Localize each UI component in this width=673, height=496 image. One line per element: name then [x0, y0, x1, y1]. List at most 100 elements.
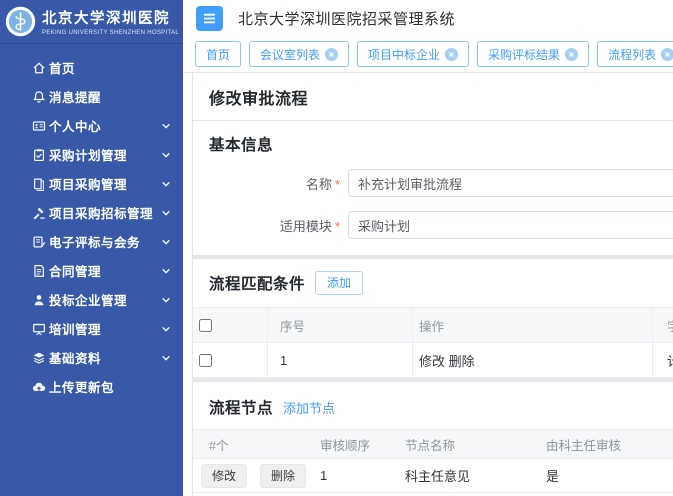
tab-process-list[interactable]: 流程列表 [597, 41, 673, 67]
chevron-down-icon [160, 149, 172, 161]
sidebar-item-e-evaluation[interactable]: 电子评标与会务 [0, 227, 183, 256]
sidebar-item-messages[interactable]: 消息提醒 [0, 82, 183, 111]
table-row: 修改 删除 1 科主任意见 是 [193, 459, 673, 493]
match-conditions-section: 流程匹配条件 添加 序号 操作 字段 1 修改 删除 计划类型 [193, 259, 673, 378]
basic-info-heading: 基本信息 [193, 133, 673, 155]
required-asterisk: * [335, 177, 340, 192]
close-icon[interactable] [445, 48, 458, 61]
column-header-field: 字段 [653, 308, 673, 342]
sidebar-item-label: 消息提醒 [49, 87, 101, 106]
chevron-down-icon [160, 352, 172, 364]
bell-icon [32, 90, 46, 104]
chevron-down-icon [160, 265, 172, 277]
close-icon[interactable] [565, 48, 578, 61]
flow-nodes-heading: 流程节点 [209, 396, 273, 418]
tablet-pen-icon [32, 235, 46, 249]
id-card-icon [32, 119, 46, 133]
sidebar-item-training[interactable]: 培训管理 [0, 314, 183, 343]
field-cell: 计划类型 [653, 343, 673, 377]
name-field[interactable] [348, 169, 673, 197]
clipboard-check-icon [32, 148, 46, 162]
add-condition-button[interactable]: 添加 [315, 271, 363, 295]
tab-evaluation-results[interactable]: 采购评标结果 [477, 41, 589, 67]
sidebar-item-basic-data[interactable]: 基础资料 [0, 343, 183, 372]
sidebar-item-label: 合同管理 [49, 261, 101, 280]
sidebar-item-label: 项目采购管理 [49, 174, 127, 193]
chevron-down-icon [160, 120, 172, 132]
close-icon[interactable] [325, 48, 338, 61]
table-header-row: #个 审核顺序 节点名称 由科主任审核 [193, 429, 673, 459]
edit-button[interactable]: 修改 [201, 464, 247, 488]
column-header-dept-review: 由科主任审核 [546, 435, 673, 454]
sidebar-item-personal-center[interactable]: 个人中心 [0, 111, 183, 140]
top-header: 北京大学深圳医院招采管理系统 [183, 0, 673, 36]
row-checkbox[interactable] [199, 354, 212, 367]
tab-label: 项目中标企业 [368, 46, 440, 63]
sidebar: 北京大学深圳医院 PEKING UNIVERSITY SHENZHEN HOSP… [0, 0, 183, 496]
hospital-logo: 北京大学深圳医院 PEKING UNIVERSITY SHENZHEN HOSP… [0, 0, 183, 44]
delete-button[interactable]: 删除 [260, 464, 306, 488]
header-checkbox-cell [193, 308, 268, 342]
match-conditions-heading: 流程匹配条件 [209, 272, 305, 294]
menu-icon [201, 10, 218, 27]
table-row: 1 修改 删除 计划类型 [193, 343, 673, 378]
sidebar-item-upload-package[interactable]: 上传更新包 [0, 372, 183, 401]
tab-label: 采购评标结果 [488, 46, 560, 63]
chevron-down-icon [160, 323, 172, 335]
tab-label: 首页 [206, 46, 230, 63]
column-header-order: 审核顺序 [320, 435, 405, 454]
user-icon [32, 293, 46, 307]
form-row-module: 适用模块* [193, 211, 673, 239]
tab-label: 流程列表 [608, 46, 656, 63]
sidebar-item-label: 项目采购招标管理 [49, 203, 153, 222]
column-header-actions: 操作 [413, 308, 653, 342]
logo-text: 北京大学深圳医院 PEKING UNIVERSITY SHENZHEN HOSP… [42, 7, 177, 36]
flow-nodes-header: 流程节点 添加节点 [193, 382, 673, 429]
add-node-link[interactable]: 添加节点 [283, 398, 335, 417]
page-header: 修改审批流程 [193, 73, 673, 121]
presentation-icon [32, 322, 46, 336]
sidebar-item-bidder-management[interactable]: 投标企业管理 [0, 285, 183, 314]
hospital-emblem-icon [5, 6, 36, 37]
row-checkbox-cell [193, 343, 268, 377]
layers-icon [32, 351, 46, 365]
content-panel: 修改审批流程 基本信息 名称* 适用模块* 流程匹配条件 添加 [192, 73, 673, 496]
sidebar-toggle-button[interactable] [196, 6, 223, 31]
sidebar-item-home[interactable]: 首页 [0, 53, 183, 82]
sidebar-item-label: 电子评标与会务 [49, 232, 140, 251]
row-actions-cell: 修改 删除 [193, 464, 320, 488]
match-conditions-table: 序号 操作 字段 1 修改 删除 计划类型 [193, 307, 673, 378]
page-title: 修改审批流程 [209, 85, 657, 109]
contract-icon [32, 264, 46, 278]
chevron-down-icon [160, 236, 172, 248]
sidebar-item-contract-management[interactable]: 合同管理 [0, 256, 183, 285]
cloud-upload-icon [32, 380, 46, 394]
dept-review-cell: 是 [546, 466, 673, 485]
required-asterisk: * [335, 219, 340, 234]
chevron-down-icon [160, 207, 172, 219]
column-header-index: #个 [193, 435, 320, 454]
module-field[interactable] [348, 211, 673, 239]
tab-home[interactable]: 首页 [195, 41, 241, 67]
order-cell: 1 [320, 468, 405, 483]
close-icon[interactable] [661, 48, 673, 61]
sidebar-item-label: 上传更新包 [49, 377, 114, 396]
sidebar-item-label: 培训管理 [49, 319, 101, 338]
tab-winning-bidders[interactable]: 项目中标企业 [357, 41, 469, 67]
basic-info-section: 基本信息 名称* 适用模块* [193, 121, 673, 255]
sidebar-item-bidding-management[interactable]: 项目采购招标管理 [0, 198, 183, 227]
seq-cell: 1 [268, 343, 413, 377]
actions-cell[interactable]: 修改 删除 [413, 343, 653, 377]
gavel-icon [32, 206, 46, 220]
logo-subtitle: PEKING UNIVERSITY SHENZHEN HOSPITAL [42, 30, 177, 36]
tab-bar: 首页 会议室列表 项目中标企业 采购评标结果 流程列表 流程 [183, 36, 673, 73]
name-field-label: 名称* [193, 174, 340, 193]
column-header-seq: 序号 [268, 308, 413, 342]
sidebar-item-procurement-plan[interactable]: 采购计划管理 [0, 140, 183, 169]
sidebar-item-project-procurement[interactable]: 项目采购管理 [0, 169, 183, 198]
home-icon [32, 61, 46, 75]
tab-label: 会议室列表 [260, 46, 320, 63]
tab-meeting-room-list[interactable]: 会议室列表 [249, 41, 349, 67]
sidebar-item-label: 个人中心 [49, 116, 101, 135]
select-all-checkbox[interactable] [199, 319, 212, 332]
